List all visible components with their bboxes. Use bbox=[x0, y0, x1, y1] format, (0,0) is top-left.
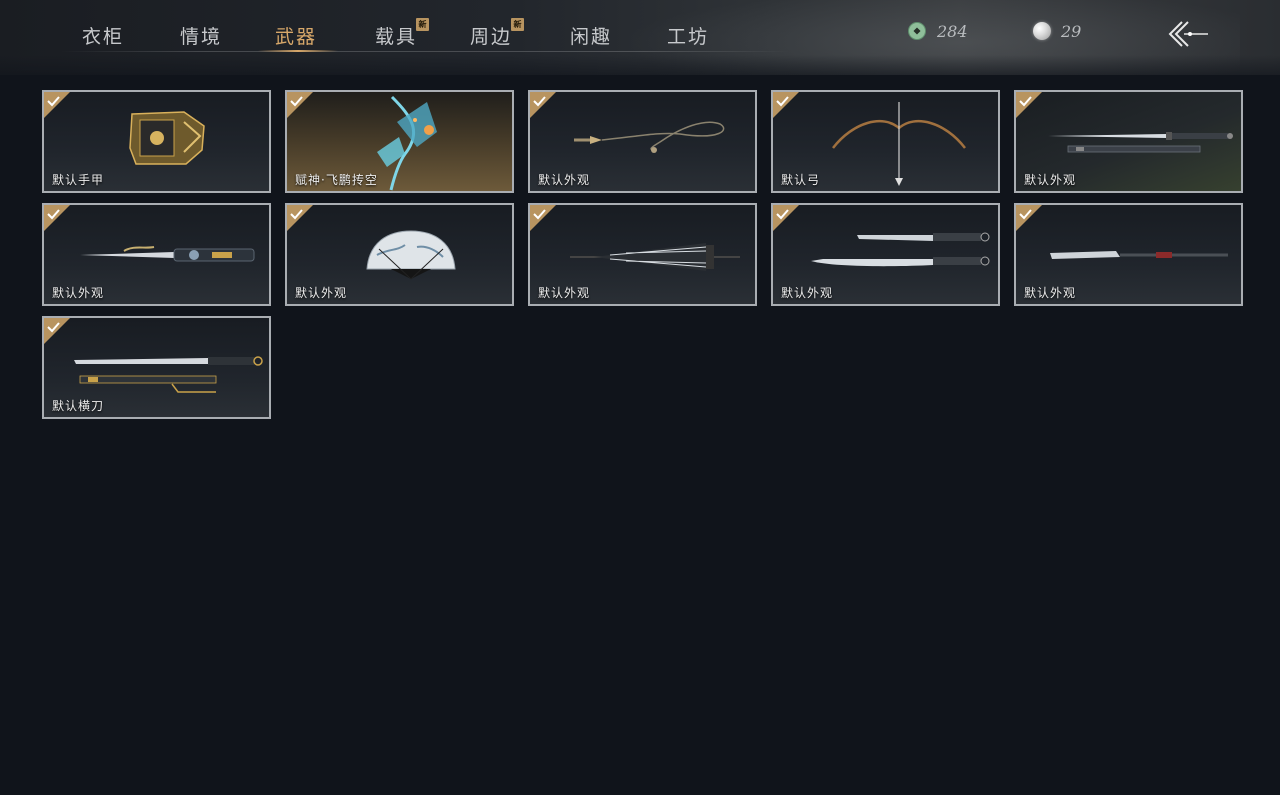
weapon-wardrobe-screen: 衣柜 情境 武器 载具 新 周边 新 闲趣 工坊 284 29 默认手甲 赋神·… bbox=[0, 0, 1280, 795]
item-label: 默认外观 bbox=[1024, 286, 1077, 300]
active-tab-indicator bbox=[258, 50, 338, 52]
tab-workshop[interactable]: 工坊 bbox=[667, 22, 709, 50]
item-label: 默认外观 bbox=[1024, 173, 1077, 187]
item-label: 默认外观 bbox=[538, 286, 591, 300]
item-label: 默认外观 bbox=[781, 286, 834, 300]
owned-check-icon bbox=[44, 318, 70, 344]
tab-leisure[interactable]: 闲趣 bbox=[570, 22, 612, 50]
weapon-card-twin-sabers[interactable]: 默认外观 bbox=[771, 203, 1000, 306]
item-label: 默认横刀 bbox=[52, 399, 105, 413]
weapon-card-hengdao[interactable]: 默认横刀 bbox=[42, 316, 271, 419]
weapon-card-fan[interactable]: 默认外观 bbox=[285, 203, 514, 306]
weapon-card-ornate-sword[interactable]: 默认外观 bbox=[42, 203, 271, 306]
currency-jade: 284 bbox=[907, 20, 968, 42]
jade-amount: 284 bbox=[937, 21, 968, 41]
back-arrow-icon[interactable] bbox=[1166, 18, 1210, 50]
top-bar: 衣柜 情境 武器 载具 新 周边 新 闲趣 工坊 284 29 bbox=[0, 0, 1280, 75]
tab-divider-line bbox=[60, 51, 790, 52]
owned-check-icon bbox=[530, 92, 556, 118]
new-badge: 新 bbox=[511, 18, 525, 31]
weapon-card-sword[interactable]: 默认外观 bbox=[1014, 90, 1243, 193]
weapon-card-glaive[interactable]: 默认外观 bbox=[1014, 203, 1243, 306]
pearl-icon bbox=[1033, 22, 1051, 40]
tab-wardrobe[interactable]: 衣柜 bbox=[82, 22, 124, 50]
owned-check-icon bbox=[287, 205, 313, 231]
new-badge: 新 bbox=[416, 18, 430, 31]
item-label: 默认弓 bbox=[781, 173, 821, 187]
owned-check-icon bbox=[1016, 205, 1042, 231]
weapon-card-umbrella[interactable]: 默认外观 bbox=[528, 203, 757, 306]
weapon-card-rope-dart[interactable]: 默认外观 bbox=[528, 90, 757, 193]
item-label: 默认手甲 bbox=[52, 173, 105, 187]
currency-pearl: 29 bbox=[1033, 20, 1081, 42]
owned-check-icon bbox=[773, 92, 799, 118]
owned-check-icon bbox=[773, 205, 799, 231]
item-label: 默认外观 bbox=[295, 286, 348, 300]
item-label: 赋神·飞鹏抟空 bbox=[295, 173, 378, 187]
weapon-card-winged-spirit[interactable]: 赋神·飞鹏抟空 bbox=[285, 90, 514, 193]
item-label: 默认外观 bbox=[52, 286, 105, 300]
pearl-amount: 29 bbox=[1061, 21, 1082, 41]
owned-check-icon bbox=[287, 92, 313, 118]
tab-scene[interactable]: 情境 bbox=[180, 22, 222, 50]
owned-check-icon bbox=[530, 205, 556, 231]
item-label: 默认外观 bbox=[538, 173, 591, 187]
weapon-card-gauntlet[interactable]: 默认手甲 bbox=[42, 90, 271, 193]
jade-coin-icon bbox=[908, 22, 926, 40]
owned-check-icon bbox=[1016, 92, 1042, 118]
owned-check-icon bbox=[44, 205, 70, 231]
tab-vehicles[interactable]: 载具 新 bbox=[375, 18, 430, 50]
tab-peripherals[interactable]: 周边 新 bbox=[470, 18, 525, 50]
owned-check-icon bbox=[44, 92, 70, 118]
tab-weapons[interactable]: 武器 bbox=[275, 22, 317, 50]
weapon-card-bow[interactable]: 默认弓 bbox=[771, 90, 1000, 193]
